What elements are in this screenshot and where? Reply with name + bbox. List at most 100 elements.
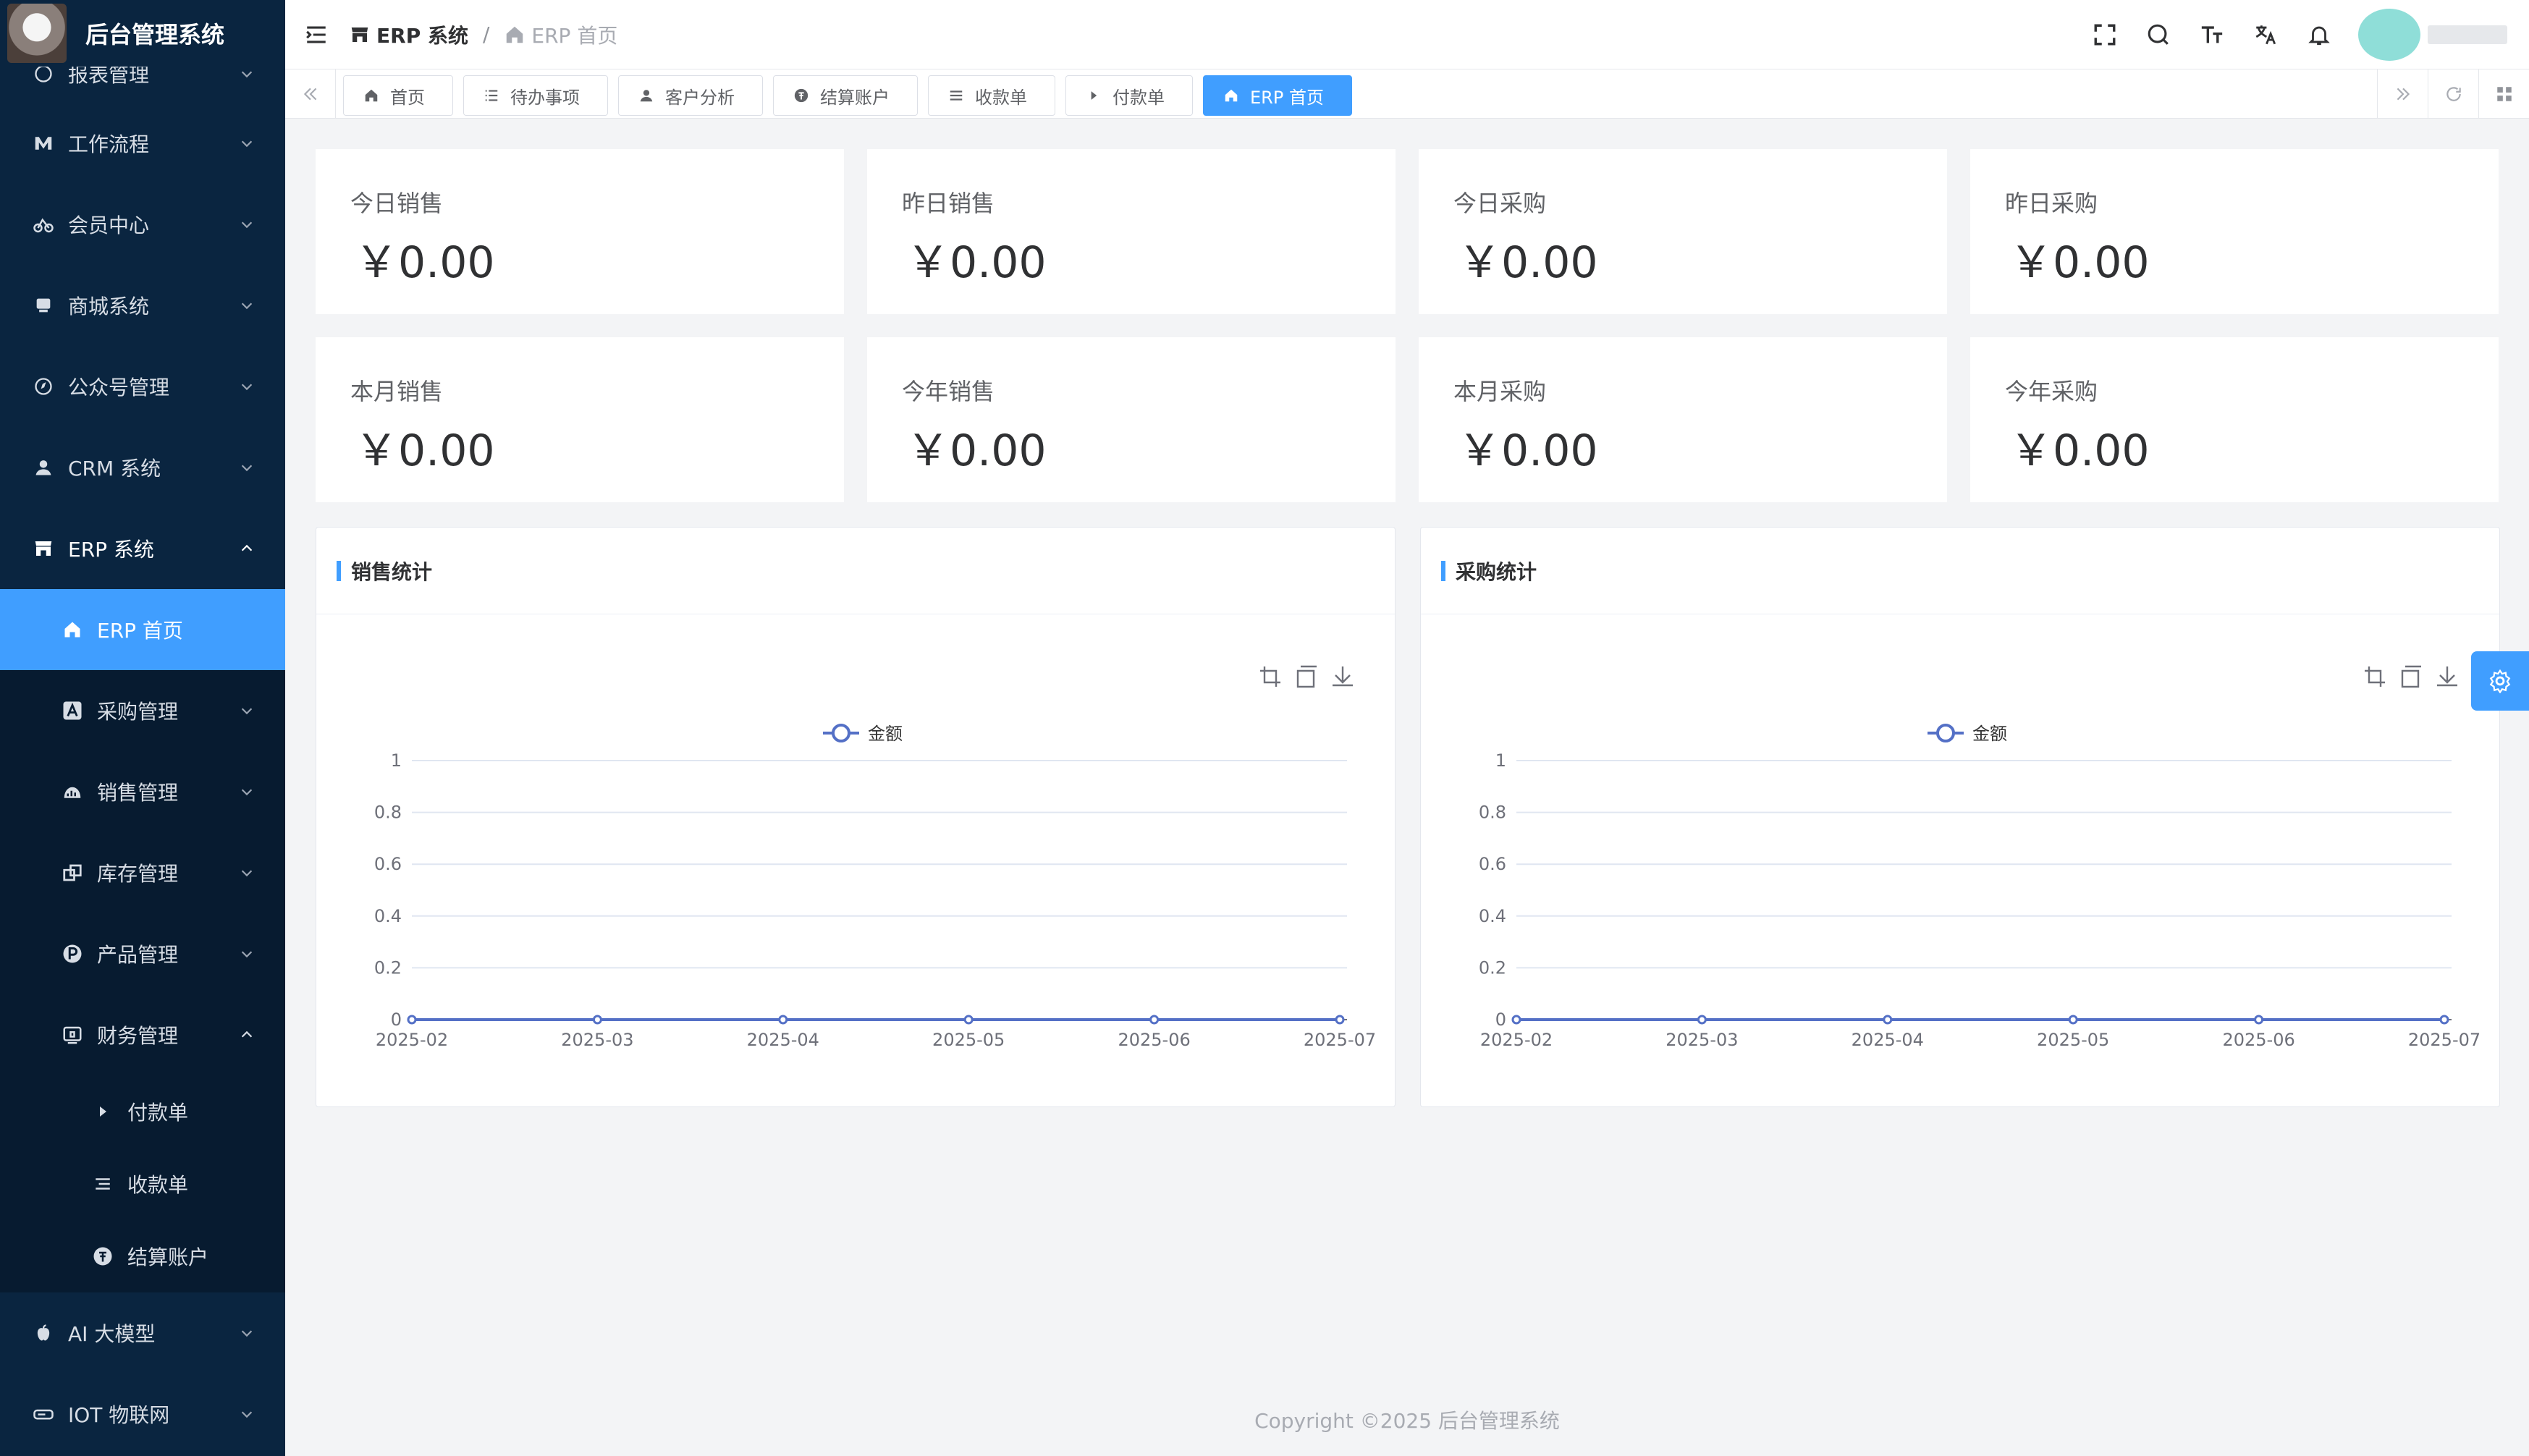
sidebar-item-shop[interactable]: 商城系统	[0, 265, 285, 346]
refresh-button[interactable]	[2428, 69, 2478, 119]
font-size-icon[interactable]	[2197, 20, 2226, 49]
data-point	[2255, 1016, 2263, 1023]
sidebar-item-members[interactable]: 会员中心	[0, 184, 285, 265]
sidebar-item-label: IOT 物联网	[68, 1400, 169, 1429]
sidebar-menu: 报表管理 工作流程 会员中心 商城系统	[0, 45, 285, 1455]
stat-card: 本月销售 ￥0.00	[316, 337, 844, 502]
x-tick-label: 2025-02	[376, 1030, 448, 1050]
panel-title: 销售统计	[351, 556, 432, 585]
y-tick-label: 0	[1495, 1010, 1506, 1030]
sidebar-item-sales[interactable]: 销售管理	[0, 751, 285, 832]
stat-label: 今年销售	[902, 373, 995, 407]
zoom-icon	[1260, 666, 1280, 687]
tags-menu-button[interactable]	[2478, 69, 2529, 119]
sidebar-item-payment[interactable]: 付款单	[0, 1075, 285, 1148]
settings-button[interactable]	[2471, 651, 2529, 711]
shop-icon	[32, 294, 55, 317]
user-name-redacted[interactable]	[2428, 25, 2507, 44]
tag-account[interactable]: 结算账户	[773, 75, 918, 116]
fullscreen-icon[interactable]	[2090, 20, 2119, 49]
sidebar-item-label: 会员中心	[68, 210, 149, 239]
finance-icon	[61, 1023, 84, 1046]
sidebar-item-iot[interactable]: IOT 物联网	[0, 1374, 285, 1455]
sidebar-item-product[interactable]: 产品管理	[0, 913, 285, 994]
tag-label: 结算账户	[820, 83, 890, 109]
stat-value: ￥0.00	[1458, 415, 1598, 478]
stat-value: ￥0.00	[2009, 227, 2150, 290]
tags-actions	[2377, 69, 2529, 119]
stat-label: 昨日采购	[2005, 185, 2098, 219]
stat-card: 今日销售 ￥0.00	[316, 149, 844, 314]
tag-payment[interactable]: 付款单	[1065, 75, 1193, 116]
stat-label: 本月销售	[350, 373, 443, 407]
y-tick-label: 0.8	[1479, 803, 1506, 823]
download-icon	[2437, 666, 2457, 685]
tag-erp-home[interactable]: ERP 首页	[1203, 75, 1352, 116]
sidebar-item-label: 付款单	[127, 1097, 188, 1126]
sidebar-item-label: ERP 首页	[97, 615, 183, 644]
purchase-icon	[61, 699, 84, 722]
chevron-down-icon	[239, 378, 255, 394]
x-tick-label: 2025-02	[1480, 1030, 1553, 1050]
sidebar-item-purchase[interactable]: 采购管理	[0, 670, 285, 751]
stat-value: ￥0.00	[1458, 227, 1598, 290]
chevron-down-icon	[239, 460, 255, 475]
sidebar-item-stock[interactable]: 库存管理	[0, 832, 285, 913]
y-tick-label: 0	[391, 1010, 402, 1030]
sidebar-item-erp[interactable]: ERP 系统	[0, 508, 285, 589]
tag-receipt[interactable]: 收款单	[928, 75, 1055, 116]
data-point	[1336, 1016, 1343, 1023]
sidebar-item-erp-home[interactable]: ERP 首页	[0, 589, 285, 670]
workflow-icon	[32, 132, 55, 155]
purchase-chart: 金额00.20.40.60.812025-022025-032025-04202…	[1421, 614, 2501, 1106]
sidebar-item-label: 公众号管理	[68, 372, 169, 401]
caret-right-icon	[1085, 87, 1102, 104]
refresh-icon	[2444, 85, 2463, 103]
x-tick-label: 2025-03	[561, 1030, 633, 1050]
iot-icon	[32, 1402, 55, 1426]
translate-icon[interactable]	[2251, 20, 2280, 49]
ai-icon	[32, 1321, 55, 1345]
breadcrumb-item[interactable]: ERP 系统	[349, 20, 468, 49]
menu-toggle-icon[interactable]	[304, 22, 329, 47]
tag-home[interactable]: 首页	[343, 75, 453, 116]
sidebar-item-ai[interactable]: AI 大模型	[0, 1292, 285, 1374]
tag-label: 收款单	[975, 83, 1027, 109]
logo-image	[7, 4, 67, 63]
sidebar-item-label: AI 大模型	[68, 1319, 155, 1347]
zoom-reset-icon	[1298, 666, 1317, 687]
tags-scroll-right[interactable]	[2377, 69, 2428, 119]
sidebar-item-finance[interactable]: 财务管理	[0, 994, 285, 1075]
chevron-down-icon	[239, 865, 255, 881]
stat-label: 今日销售	[350, 185, 443, 219]
sidebar-item-label: 工作流程	[68, 129, 149, 158]
x-tick-label: 2025-05	[2037, 1030, 2109, 1050]
y-tick-label: 0.4	[374, 906, 402, 926]
sidebar-item-account[interactable]: 结算账户	[0, 1220, 285, 1292]
zoom-reset-icon	[2402, 666, 2421, 687]
tag-label: 付款单	[1112, 83, 1165, 109]
account-icon	[91, 1245, 114, 1268]
sidebar-item-workflow[interactable]: 工作流程	[0, 103, 285, 184]
tags-scroll-left[interactable]	[285, 69, 336, 119]
sidebar-item-label: 财务管理	[97, 1020, 178, 1049]
y-tick-label: 0.6	[1479, 854, 1506, 874]
sidebar-item-crm[interactable]: CRM 系统	[0, 427, 285, 508]
y-tick-label: 0.8	[374, 803, 402, 823]
breadcrumb-label: ERP 系统	[376, 20, 468, 49]
bell-icon[interactable]	[2305, 20, 2334, 49]
app-logo[interactable]: 后台管理系统	[0, 0, 285, 67]
sidebar-item-receipt[interactable]: 收款单	[0, 1148, 285, 1220]
search-icon[interactable]	[2144, 20, 2173, 49]
avatar[interactable]	[2358, 9, 2420, 61]
data-point	[1698, 1016, 1705, 1023]
stat-card: 今日采购 ￥0.00	[1419, 149, 1947, 314]
sidebar-item-official-account[interactable]: 公众号管理	[0, 346, 285, 427]
y-tick-label: 0.2	[1479, 957, 1506, 978]
grid-icon	[2495, 85, 2514, 103]
sidebar: 报表管理 工作流程 会员中心 商城系统	[0, 0, 285, 1456]
chevron-up-icon	[239, 541, 255, 556]
user-icon	[32, 456, 55, 479]
tag-todo[interactable]: 待办事项	[463, 75, 608, 116]
tag-customer-analysis[interactable]: 客户分析	[618, 75, 763, 116]
